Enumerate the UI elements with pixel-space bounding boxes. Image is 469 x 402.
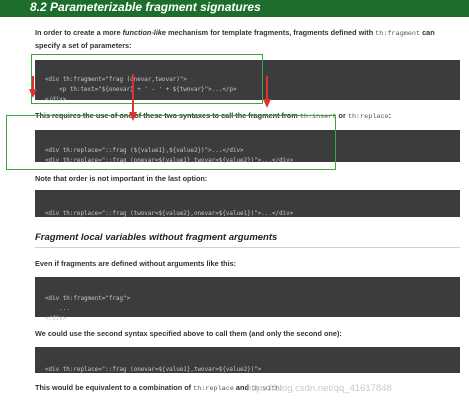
text: In order to create a more [35, 28, 123, 37]
code-line: <div th:replace="::frag (onevar=${value1… [45, 367, 262, 373]
text: : [388, 111, 392, 120]
arrow-shaft [266, 76, 268, 100]
code-block-named-order: <div th:replace="::frag (twovar=${value2… [35, 190, 460, 217]
text: mechanism for template fragments, fragme… [165, 28, 376, 37]
divider [35, 247, 460, 248]
code-line: <div th:fragment="frag"> [45, 296, 131, 302]
text: specify a set of parameters: [35, 41, 132, 50]
paragraph-second-syntax: We could use the second syntax specified… [35, 329, 342, 338]
emphasis: function-like [122, 28, 166, 37]
arrow-down-icon [263, 99, 271, 108]
arrow-down-icon [29, 89, 37, 98]
code-line: ... [45, 306, 70, 312]
arrow-shaft [132, 74, 134, 114]
highlight-box-definition [31, 54, 263, 104]
code-block-second-syntax: <div th:replace="::frag (onevar=${value1… [35, 347, 460, 373]
code-line: <div th:replace="::frag (twovar=${value2… [45, 211, 294, 217]
code-block-no-arg-fragment: <div th:fragment="frag"> ... </div> [35, 277, 460, 322]
arrow-shaft [32, 76, 34, 90]
paragraph-order-note: Note that order is not important in the … [35, 174, 208, 183]
code-line: </div> [45, 316, 67, 322]
watermark: https://blog.csdn.net/qq_41617848 [246, 383, 392, 394]
paragraph-intro: In order to create a more function-like … [35, 27, 435, 51]
text: or [336, 111, 348, 120]
arrow-down-icon [129, 112, 137, 121]
inline-code: th:replace [193, 385, 234, 393]
highlight-box-calls [6, 115, 336, 170]
paragraph-no-args: Even if fragments are defined without ar… [35, 259, 237, 268]
subheading-local-variables: Fragment local variables without fragmen… [35, 232, 278, 243]
section-heading: 8.2 Parameterizable fragment signatures [0, 0, 469, 17]
text: This would be equivalent to a combinatio… [35, 383, 194, 392]
text: can [420, 28, 435, 37]
inline-code: th:fragment [375, 30, 421, 38]
paragraph-equivalent: This would be equivalent to a combinatio… [35, 382, 282, 395]
inline-code: th:replace [347, 113, 389, 121]
